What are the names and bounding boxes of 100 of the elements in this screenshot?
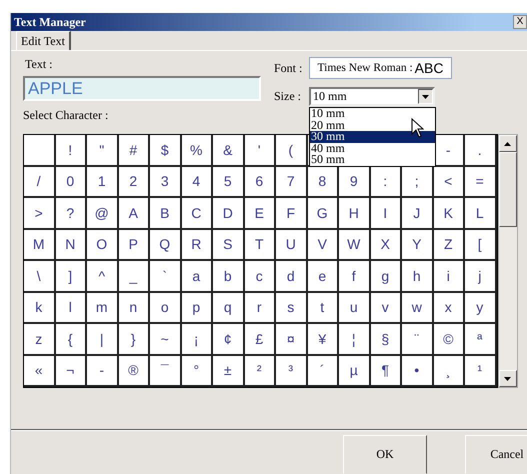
character-cell[interactable]: k [24,292,56,324]
character-cell[interactable]: { [56,324,87,356]
character-cell[interactable]: 7 [276,166,308,198]
character-cell[interactable]: © [434,324,465,356]
character-cell[interactable]: ¹ [465,356,496,387]
character-cell[interactable]: • [402,356,434,387]
character-cell[interactable]: 8 [308,166,339,198]
size-select[interactable]: 10 mm [309,87,435,106]
size-option[interactable]: 30 mm [310,131,435,143]
character-cell[interactable]: o [150,292,182,324]
character-cell[interactable]: ~ [150,324,182,356]
character-cell[interactable]: N [56,230,87,261]
character-cell[interactable]: p [182,292,213,324]
character-cell[interactable]: ¤ [276,324,308,356]
character-cell[interactable]: P [118,230,150,261]
character-cell[interactable]: £ [244,324,276,356]
blank-cell[interactable] [24,135,56,166]
character-cell[interactable]: \ [24,261,56,292]
character-cell[interactable]: R [182,230,213,261]
character-cell[interactable]: ¦ [339,324,370,356]
close-button[interactable]: X [513,15,527,29]
character-cell[interactable]: c [244,261,276,292]
scroll-up-button[interactable] [498,135,516,152]
character-cell[interactable]: A [118,198,150,230]
character-cell[interactable]: D [213,198,244,230]
character-cell[interactable]: u [339,292,370,324]
ok-button[interactable]: OK [343,435,427,474]
scrollbar[interactable] [498,134,518,388]
character-cell[interactable]: G [308,198,339,230]
character-cell[interactable]: ¸ [434,356,465,387]
character-cell[interactable]: ? [56,198,87,230]
character-cell[interactable]: ¯ [150,356,182,387]
character-cell[interactable]: f [339,261,370,292]
character-cell[interactable]: ' [244,135,276,166]
character-cell[interactable]: - [434,135,465,166]
character-cell[interactable]: 5 [213,166,244,198]
character-cell[interactable]: $ [150,135,182,166]
character-cell[interactable]: ± [213,356,244,387]
character-cell[interactable]: n [118,292,150,324]
character-cell[interactable]: 4 [182,166,213,198]
character-cell[interactable]: b [213,261,244,292]
character-cell[interactable]: ¶ [370,356,402,387]
character-cell[interactable]: v [370,292,402,324]
scroll-thumb[interactable] [498,152,516,227]
character-cell[interactable]: ² [244,356,276,387]
character-cell[interactable]: Y [402,230,434,261]
dropdown-button[interactable] [418,89,433,104]
tab[interactable]: Edit Text [16,31,71,50]
character-cell[interactable]: ¬ [56,356,87,387]
character-cell[interactable]: y [465,292,496,324]
character-cell[interactable]: S [213,230,244,261]
character-cell[interactable]: 1 [87,166,118,198]
character-cell[interactable]: i [434,261,465,292]
character-cell[interactable]: K [434,198,465,230]
character-cell[interactable]: m [87,292,118,324]
character-cell[interactable]: : [370,166,402,198]
character-cell[interactable]: 3 [150,166,182,198]
character-cell[interactable]: " [87,135,118,166]
character-cell[interactable]: E [244,198,276,230]
character-cell[interactable]: | [87,324,118,356]
character-cell[interactable]: > [24,198,56,230]
character-cell[interactable]: - [87,356,118,387]
character-cell[interactable]: V [308,230,339,261]
character-cell[interactable]: C [182,198,213,230]
character-cell[interactable]: § [370,324,402,356]
cancel-button[interactable]: Cancel [465,435,527,474]
font-field[interactable]: Times New Roman :ABC [309,57,452,79]
character-cell[interactable]: « [24,356,56,387]
character-cell[interactable]: M [24,230,56,261]
character-cell[interactable]: L [465,198,496,230]
character-cell[interactable]: T [244,230,276,261]
character-cell[interactable]: ® [118,356,150,387]
character-cell[interactable]: 6 [244,166,276,198]
character-cell[interactable]: h [402,261,434,292]
character-cell[interactable]: J [402,198,434,230]
character-cell[interactable]: I [370,198,402,230]
character-cell[interactable]: B [150,198,182,230]
character-cell[interactable]: µ [339,356,370,387]
character-cell[interactable]: ; [402,166,434,198]
character-cell[interactable]: X [370,230,402,261]
character-cell[interactable]: / [24,166,56,198]
character-cell[interactable]: = [465,166,496,198]
character-cell[interactable]: ¥ [308,324,339,356]
character-cell[interactable]: O [87,230,118,261]
scroll-down-button[interactable] [498,370,516,387]
character-cell[interactable]: . [465,135,496,166]
character-cell[interactable]: s [276,292,308,324]
character-cell[interactable]: ´ [308,356,339,387]
character-cell[interactable]: ¢ [213,324,244,356]
character-cell[interactable]: w [402,292,434,324]
character-cell[interactable]: ¡ [182,324,213,356]
character-cell[interactable]: l [56,292,87,324]
character-cell[interactable]: < [434,166,465,198]
character-cell[interactable]: ^ [87,261,118,292]
character-cell[interactable]: } [118,324,150,356]
character-cell[interactable]: ] [56,261,87,292]
character-cell[interactable]: j [465,261,496,292]
character-cell[interactable]: q [213,292,244,324]
character-cell[interactable]: # [118,135,150,166]
character-cell[interactable]: ! [56,135,87,166]
